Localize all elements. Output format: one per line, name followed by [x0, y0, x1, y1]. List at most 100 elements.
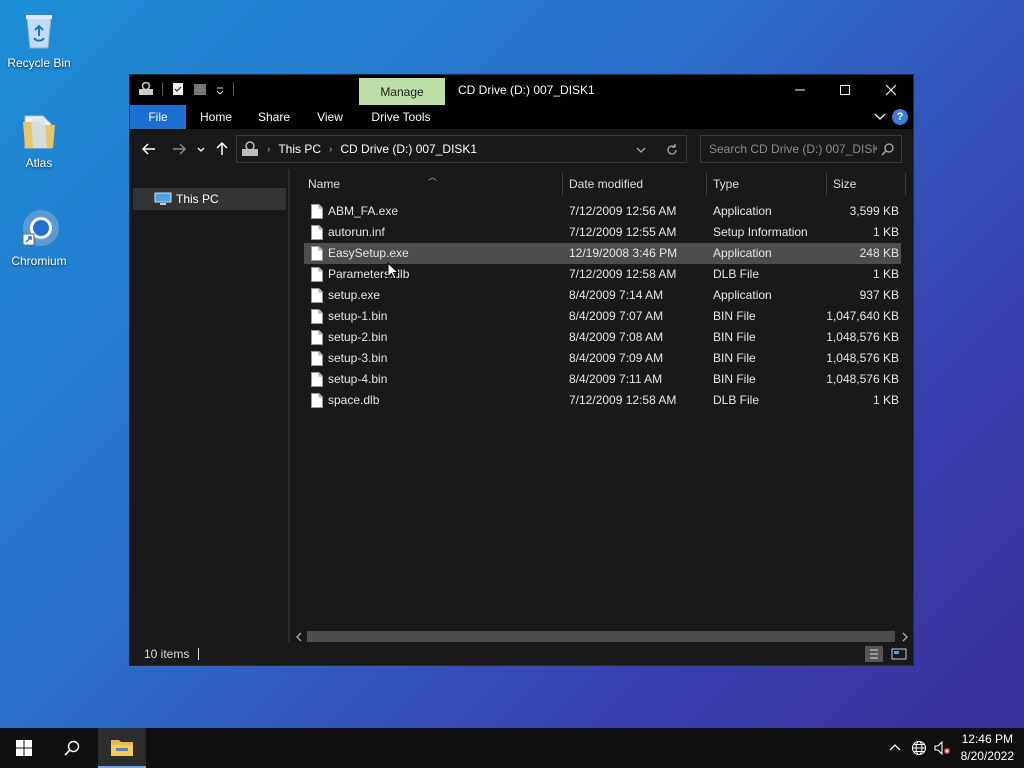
- column-divider[interactable]: [706, 173, 707, 195]
- tab-share[interactable]: Share: [250, 105, 298, 129]
- file-size: 3,599 KB: [849, 204, 899, 218]
- mouse-cursor-icon: [387, 262, 399, 280]
- properties-icon[interactable]: [171, 82, 185, 96]
- new-folder-icon[interactable]: [193, 82, 207, 96]
- file-row[interactable]: setup-2.bin 8/4/2009 7:08 AM BIN File 1,048…: [304, 327, 901, 348]
- desktop-icon-chromium[interactable]: Chromium: [4, 206, 74, 268]
- breadcrumb-cd-drive[interactable]: CD Drive (D:) 007_DISK1: [340, 142, 477, 156]
- file-type: Setup Information: [713, 225, 808, 239]
- help-button[interactable]: ?: [892, 109, 908, 125]
- desktop-icon-label: Chromium: [11, 254, 67, 268]
- system-clock[interactable]: 12:46 PM 8/20/2022: [961, 731, 1014, 765]
- file-name: EasySetup.exe: [328, 246, 409, 260]
- column-header-size[interactable]: Size: [833, 177, 856, 191]
- tab-home[interactable]: Home: [192, 105, 240, 129]
- column-header-type[interactable]: Type: [713, 177, 739, 191]
- volume-muted-icon[interactable]: [934, 740, 950, 756]
- file-row[interactable]: setup-4.bin 8/4/2009 7:11 AM BIN File 1,048…: [304, 369, 901, 390]
- column-headers: ︿ Name Date modified Type Size: [290, 169, 913, 199]
- column-header-date-modified[interactable]: Date modified: [569, 177, 643, 191]
- file-date-modified: 7/12/2009 12:56 AM: [569, 204, 677, 218]
- tab-view[interactable]: View: [306, 105, 354, 129]
- file-size: 1 KB: [872, 393, 899, 407]
- close-button[interactable]: [868, 75, 914, 105]
- file-size: 1 KB: [872, 267, 899, 281]
- file-size: 1,048,576 KB: [826, 372, 899, 386]
- tab-drive-tools[interactable]: Drive Tools: [366, 105, 436, 129]
- search-button[interactable]: [48, 728, 96, 768]
- search-box: [700, 135, 902, 163]
- column-header-name[interactable]: Name: [308, 177, 340, 191]
- file-icon: [311, 372, 323, 387]
- tab-file[interactable]: File: [130, 105, 186, 129]
- file-row[interactable]: space.dlb 7/12/2009 12:58 AM DLB File 1 KB: [304, 390, 901, 411]
- item-count: 10 items: [144, 647, 190, 661]
- file-row[interactable]: setup.exe 8/4/2009 7:14 AM Application 937 …: [304, 285, 901, 306]
- taskbar-file-explorer[interactable]: [98, 728, 146, 768]
- window-title: CD Drive (D:) 007_DISK1: [458, 83, 595, 97]
- desktop-icon-atlas[interactable]: Atlas: [4, 108, 74, 170]
- maximize-button[interactable]: [822, 75, 868, 105]
- details-view-icon[interactable]: [865, 646, 883, 662]
- breadcrumb-this-pc[interactable]: This PC: [278, 142, 321, 156]
- desktop-icon-recycle-bin[interactable]: Recycle Bin: [4, 8, 74, 70]
- column-divider[interactable]: [562, 173, 563, 195]
- file-date-modified: 8/4/2009 7:08 AM: [569, 330, 664, 344]
- column-divider[interactable]: [905, 173, 906, 195]
- clock-date: 8/20/2022: [960, 749, 1014, 763]
- sort-up-icon: ︿: [428, 172, 438, 182]
- breadcrumb-chevron[interactable]: ›: [329, 144, 332, 155]
- file-name: setup-1.bin: [328, 309, 388, 323]
- search-icon: [64, 740, 80, 756]
- title-bar[interactable]: Manage CD Drive (D:) 007_DISK1: [130, 75, 913, 105]
- minimize-button[interactable]: [777, 75, 823, 105]
- forward-arrow-icon[interactable]: [171, 141, 187, 157]
- file-name: autorun.inf: [328, 225, 385, 239]
- address-bar[interactable]: › This PC › CD Drive (D:) 007_DISK1: [236, 135, 687, 163]
- scrollbar-thumb[interactable]: [307, 631, 895, 642]
- show-hidden-icons-chevron-icon[interactable]: [887, 740, 903, 756]
- maximize-icon: [840, 85, 850, 95]
- toolbar-separator: [233, 82, 234, 96]
- file-type: BIN File: [713, 309, 756, 323]
- chromium-icon: [22, 210, 59, 246]
- recycle-bin-icon: [26, 15, 52, 49]
- start-button[interactable]: [0, 728, 48, 768]
- drive-icon[interactable]: [138, 82, 154, 96]
- file-type: BIN File: [713, 351, 756, 365]
- back-arrow-icon[interactable]: [141, 141, 157, 157]
- file-type: Application: [713, 246, 772, 260]
- file-date-modified: 7/12/2009 12:58 AM: [569, 393, 677, 407]
- drive-icon: [242, 141, 258, 156]
- file-name: space.dlb: [328, 393, 380, 407]
- file-icon: [311, 225, 323, 240]
- column-divider[interactable]: [826, 173, 827, 195]
- file-row[interactable]: setup-3.bin 8/4/2009 7:09 AM BIN File 1,048…: [304, 348, 901, 369]
- chevron-down-icon[interactable]: [635, 144, 647, 156]
- up-arrow-icon[interactable]: [214, 141, 230, 157]
- scroll-right-icon[interactable]: [900, 632, 910, 642]
- expand-ribbon-icon[interactable]: [873, 109, 887, 123]
- nav-item-label: This PC: [176, 192, 219, 206]
- large-icons-view-icon[interactable]: [890, 646, 908, 662]
- breadcrumb-chevron[interactable]: ›: [267, 144, 270, 155]
- nav-item-this-pc[interactable]: This PC: [133, 188, 286, 210]
- toolbar-separator: [162, 82, 163, 96]
- network-globe-icon[interactable]: [911, 740, 927, 756]
- chevron-down-icon[interactable]: [215, 82, 225, 96]
- file-size: 937 KB: [859, 288, 899, 302]
- file-row[interactable]: setup-1.bin 8/4/2009 7:07 AM BIN File 1,047…: [304, 306, 901, 327]
- file-row[interactable]: autorun.inf 7/12/2009 12:55 AM Setup Infor…: [304, 222, 901, 243]
- file-date-modified: 7/12/2009 12:55 AM: [569, 225, 677, 239]
- recent-locations-chevron-icon[interactable]: [196, 141, 206, 157]
- file-type: DLB File: [713, 267, 760, 281]
- tab-manage[interactable]: Manage: [359, 78, 445, 105]
- file-row[interactable]: ABM_FA.exe 7/12/2009 12:56 AM Application 3…: [304, 201, 901, 222]
- search-icon[interactable]: [881, 142, 895, 156]
- file-type: Application: [713, 288, 772, 302]
- refresh-icon[interactable]: [665, 143, 679, 157]
- file-date-modified: 8/4/2009 7:07 AM: [569, 309, 664, 323]
- file-row[interactable]: EasySetup.exe 12/19/2008 3:46 PM Applicati…: [304, 243, 901, 264]
- search-input[interactable]: [701, 136, 877, 162]
- scroll-left-icon[interactable]: [294, 632, 304, 642]
